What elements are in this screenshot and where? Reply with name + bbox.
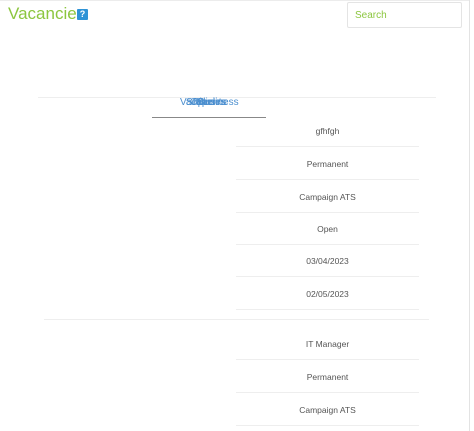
record-source: Campaign ATS xyxy=(236,181,419,213)
record-status: Open xyxy=(236,213,419,245)
record-type: Permanent xyxy=(236,148,419,180)
tab-business[interactable]: Business xyxy=(198,97,239,109)
record-type: Permanent xyxy=(236,361,419,393)
record-end-date: 02/05/2023 xyxy=(236,278,419,310)
help-icon[interactable]: ? xyxy=(77,9,88,20)
scrollbar-track[interactable] xyxy=(469,0,470,431)
search-input[interactable] xyxy=(347,2,462,28)
record-title: IT Manager xyxy=(236,328,419,360)
vacancies-page: Vacancies ? Vacancies Status Open Pipeli… xyxy=(0,0,474,431)
record-start-date: 03/04/2023 xyxy=(236,245,419,277)
record-source: Campaign ATS xyxy=(236,394,419,426)
page-title: Vacancies xyxy=(8,4,86,23)
top-border xyxy=(0,0,470,1)
record-divider xyxy=(44,319,429,320)
record-title: gfhfgh xyxy=(236,115,419,147)
